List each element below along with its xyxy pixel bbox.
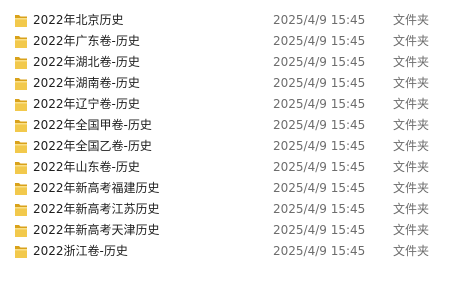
folder-icon (15, 141, 27, 153)
folder-icon (15, 120, 27, 132)
file-row[interactable]: 2022年辽宁卷-历史 2025/4/9 15:45 文件夹 (0, 94, 469, 115)
file-type: 文件夹 (393, 202, 430, 216)
folder-icon (15, 246, 27, 258)
file-modified-date: 2025/4/9 15:45 (273, 181, 366, 195)
file-row[interactable]: 2022年新高考福建历史 2025/4/9 15:45 文件夹 (0, 178, 469, 199)
file-name: 2022年全国甲卷-历史 (33, 118, 152, 132)
file-modified-date: 2025/4/9 15:45 (273, 223, 366, 237)
file-row[interactable]: 2022年全国乙卷-历史 2025/4/9 15:45 文件夹 (0, 136, 469, 157)
file-modified-date: 2025/4/9 15:45 (273, 34, 366, 48)
file-type: 文件夹 (393, 181, 430, 195)
file-row[interactable]: 2022浙江卷-历史 2025/4/9 15:45 文件夹 (0, 241, 469, 262)
file-name: 2022年新高考天津历史 (33, 223, 160, 237)
file-row[interactable]: 2022年山东卷-历史 2025/4/9 15:45 文件夹 (0, 157, 469, 178)
file-type: 文件夹 (393, 76, 430, 90)
file-modified-date: 2025/4/9 15:45 (273, 13, 366, 27)
file-type: 文件夹 (393, 160, 430, 174)
file-modified-date: 2025/4/9 15:45 (273, 118, 366, 132)
file-row[interactable]: 2022年广东卷-历史 2025/4/9 15:45 文件夹 (0, 31, 469, 52)
file-name: 2022年新高考福建历史 (33, 181, 160, 195)
file-row[interactable]: 2022年北京历史 2025/4/9 15:45 文件夹 (0, 10, 469, 31)
folder-icon (15, 204, 27, 216)
folder-icon (15, 57, 27, 69)
folder-icon (15, 162, 27, 174)
file-name: 2022年湖北卷-历史 (33, 55, 140, 69)
file-type: 文件夹 (393, 97, 430, 111)
file-row[interactable]: 2022年新高考江苏历史 2025/4/9 15:45 文件夹 (0, 199, 469, 220)
file-type: 文件夹 (393, 13, 430, 27)
file-modified-date: 2025/4/9 15:45 (273, 139, 366, 153)
folder-icon (15, 225, 27, 237)
folder-icon (15, 15, 27, 27)
file-type: 文件夹 (393, 34, 430, 48)
file-row[interactable]: 2022年湖南卷-历史 2025/4/9 15:45 文件夹 (0, 73, 469, 94)
file-type: 文件夹 (393, 139, 430, 153)
file-row[interactable]: 2022年新高考天津历史 2025/4/9 15:45 文件夹 (0, 220, 469, 241)
file-name: 2022年湖南卷-历史 (33, 76, 140, 90)
file-name: 2022年山东卷-历史 (33, 160, 140, 174)
folder-icon (15, 78, 27, 90)
file-row[interactable]: 2022年全国甲卷-历史 2025/4/9 15:45 文件夹 (0, 115, 469, 136)
file-list: 2022年北京历史 2025/4/9 15:45 文件夹 2022年广东卷-历史… (0, 10, 469, 262)
file-name: 2022年广东卷-历史 (33, 34, 140, 48)
file-type: 文件夹 (393, 223, 430, 237)
folder-icon (15, 36, 27, 48)
file-modified-date: 2025/4/9 15:45 (273, 55, 366, 69)
file-name: 2022浙江卷-历史 (33, 244, 128, 258)
folder-icon (15, 99, 27, 111)
file-modified-date: 2025/4/9 15:45 (273, 202, 366, 216)
file-modified-date: 2025/4/9 15:45 (273, 76, 366, 90)
file-type: 文件夹 (393, 55, 430, 69)
file-row[interactable]: 2022年湖北卷-历史 2025/4/9 15:45 文件夹 (0, 52, 469, 73)
file-name: 2022年北京历史 (33, 13, 124, 27)
file-name: 2022年全国乙卷-历史 (33, 139, 152, 153)
file-name: 2022年辽宁卷-历史 (33, 97, 140, 111)
file-modified-date: 2025/4/9 15:45 (273, 244, 366, 258)
file-type: 文件夹 (393, 118, 430, 132)
folder-icon (15, 183, 27, 195)
file-modified-date: 2025/4/9 15:45 (273, 160, 366, 174)
file-name: 2022年新高考江苏历史 (33, 202, 160, 216)
file-modified-date: 2025/4/9 15:45 (273, 97, 366, 111)
file-type: 文件夹 (393, 244, 430, 258)
